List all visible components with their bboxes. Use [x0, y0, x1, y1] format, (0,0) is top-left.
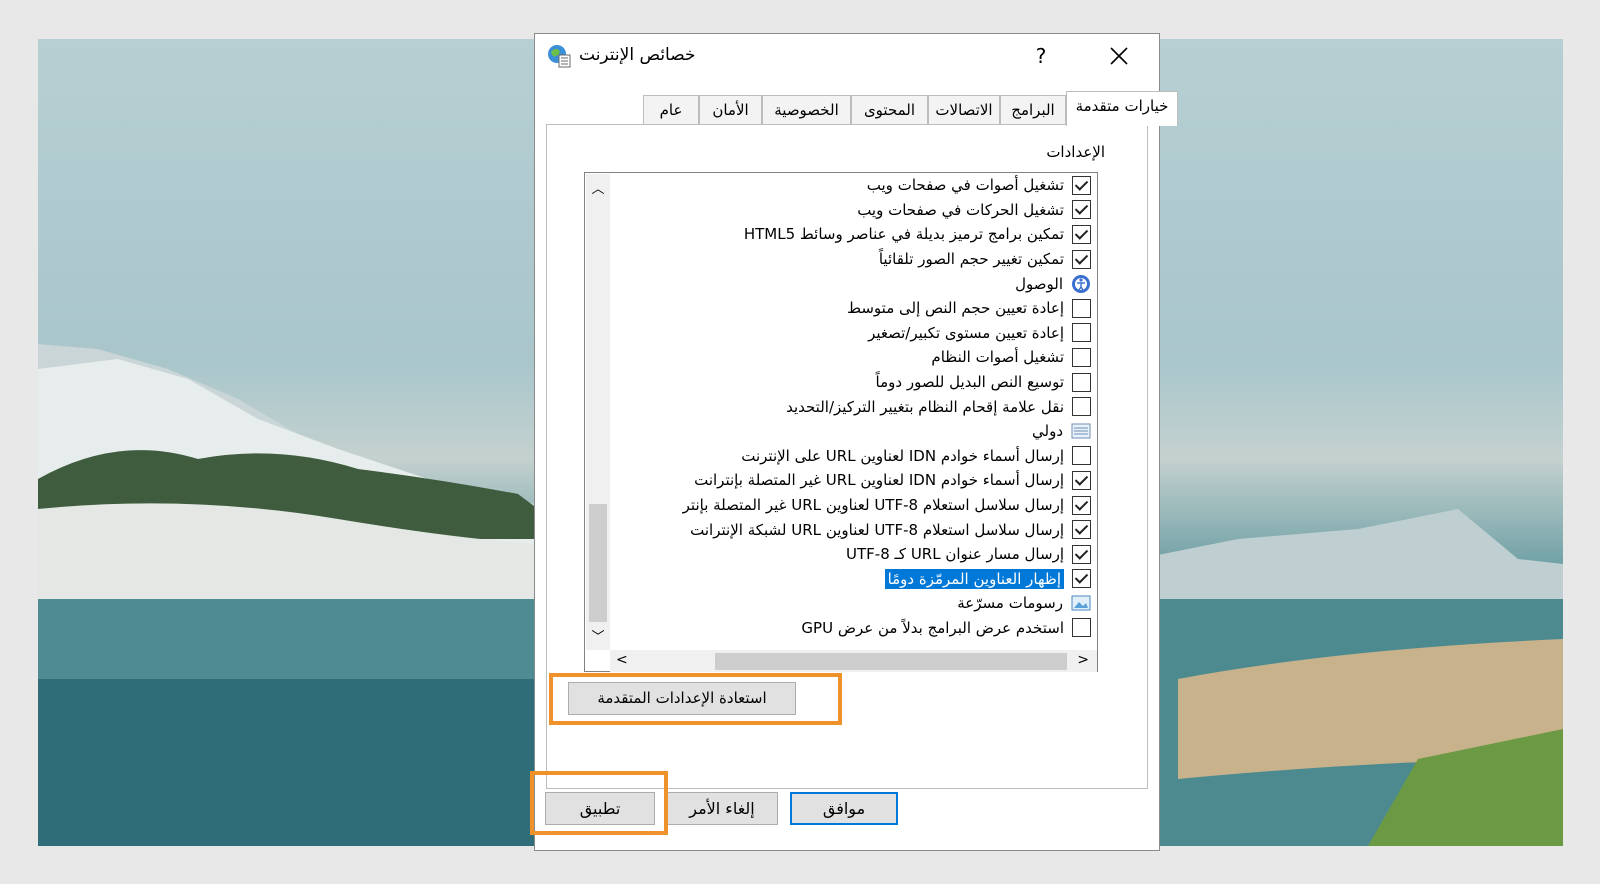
tab-strip: خيارات متقدمة البرامج الاتصالات المحتوى … [546, 91, 1178, 126]
setting-row[interactable]: إرسال مسار عنوان URL كـ UTF-8 [610, 542, 1099, 567]
checkbox-checked[interactable] [1072, 175, 1091, 195]
setting-label: إرسال أسماء خوادم IDN لعناوين URL على ال… [741, 446, 1064, 465]
setting-category: الوصول [610, 271, 1099, 296]
setting-row[interactable]: نقل علامة إقحام النظام بتغيير التركيز/ال… [610, 394, 1099, 419]
setting-row[interactable]: تشغيل أصوات النظام [610, 345, 1099, 370]
setting-row[interactable]: إرسال سلاسل استعلام UTF-8 لعناوين URL غي… [610, 493, 1099, 518]
settings-items: تشغيل أصوات في صفحات ويب تشغيل الحركات في… [610, 173, 1099, 650]
tab-programs[interactable]: البرامج [1000, 95, 1066, 126]
checkbox-unchecked[interactable] [1072, 298, 1091, 318]
scroll-down-icon[interactable]: ﹀ [586, 626, 610, 646]
checkbox-checked[interactable] [1072, 544, 1091, 564]
setting-label: إظهار العناوين المرمّزة دومًا [884, 568, 1064, 589]
vertical-scroll-thumb[interactable] [589, 504, 607, 622]
settings-group-label: الإعدادات [1046, 143, 1105, 161]
setting-label: إرسال مسار عنوان URL كـ UTF-8 [846, 545, 1064, 564]
horizontal-scrollbar[interactable]: < > [610, 650, 1097, 672]
internet-options-icon [548, 45, 571, 68]
setting-label: إرسال سلاسل استعلام UTF-8 لعناوين URL لش… [690, 520, 1064, 539]
setting-row[interactable]: تمكين تغيير حجم الصور تلقائياً [610, 247, 1099, 272]
checkbox-checked[interactable] [1072, 495, 1091, 515]
setting-label: تمكين برامج ترميز بديلة في عناصر وسائط H… [743, 225, 1064, 244]
checkbox-checked[interactable] [1072, 520, 1091, 540]
checkbox-checked[interactable] [1072, 470, 1091, 490]
setting-row[interactable]: إرسال سلاسل استعلام UTF-8 لعناوين URL لش… [610, 517, 1099, 542]
setting-row[interactable]: تشغيل أصوات في صفحات ويب [610, 173, 1099, 198]
checkbox-unchecked[interactable] [1072, 347, 1091, 367]
setting-row[interactable]: تمكين برامج ترميز بديلة في عناصر وسائط H… [610, 222, 1099, 247]
tab-content[interactable]: المحتوى [851, 95, 928, 126]
setting-label: تشغيل الحركات في صفحات ويب [857, 200, 1064, 219]
checkbox-unchecked[interactable] [1072, 397, 1091, 417]
graphics-icon [1071, 593, 1091, 613]
setting-label: إرسال أسماء خوادم IDN لعناوين URL غير ال… [694, 471, 1064, 490]
restore-advanced-settings-button[interactable]: استعادة الإعدادات المتقدمة [568, 682, 796, 715]
vertical-scrollbar[interactable]: ︿ ﹀ [586, 174, 610, 650]
checkbox-checked[interactable] [1072, 224, 1091, 244]
apply-highlight-box [530, 771, 668, 835]
accessibility-icon [1071, 274, 1091, 294]
setting-label: إعادة تعيين مستوى تكبير/تصغير [868, 323, 1064, 342]
internet-properties-dialog: خصائص الإنترنت ? خيارات متقدمة البرامج ا… [530, 33, 1178, 851]
settings-list[interactable]: ︿ ﹀ تشغيل أصوات في صفحات ويب تشغيل الحركا… [584, 172, 1098, 672]
setting-label: تشغيل أصوات النظام [931, 348, 1064, 367]
checkbox-checked[interactable] [1072, 200, 1091, 220]
setting-row[interactable]: إعادة تعيين مستوى تكبير/تصغير [610, 321, 1099, 346]
horizontal-scroll-thumb[interactable] [715, 653, 1067, 670]
setting-row[interactable]: إظهار العناوين المرمّزة دومًا [610, 567, 1099, 592]
setting-row[interactable]: إعادة تعيين حجم النص إلى متوسط [610, 296, 1099, 321]
close-icon [1110, 47, 1128, 65]
category-label: دولي [1032, 422, 1063, 441]
tab-security[interactable]: الأمان [699, 95, 762, 126]
cancel-button[interactable]: إلغاء الأمر [666, 792, 778, 825]
setting-label: استخدم عرض البرامج بدلاً من عرض GPU [801, 618, 1064, 637]
checkbox-checked[interactable] [1072, 569, 1091, 589]
setting-row[interactable]: تشغيل الحركات في صفحات ويب [610, 198, 1099, 223]
tab-connections[interactable]: الاتصالات [928, 95, 1000, 126]
setting-label: نقل علامة إقحام النظام بتغيير التركيز/ال… [786, 397, 1064, 416]
setting-label: تشغيل أصوات في صفحات ويب [866, 176, 1064, 195]
setting-row[interactable]: استخدم عرض البرامج بدلاً من عرض GPU [610, 616, 1099, 641]
checkbox-unchecked[interactable] [1072, 323, 1091, 343]
checkbox-unchecked[interactable] [1072, 372, 1091, 392]
checkbox-unchecked[interactable] [1072, 618, 1091, 638]
checkbox-unchecked[interactable] [1072, 446, 1091, 466]
setting-row[interactable]: توسيع النص البديل للصور دوماً [610, 370, 1099, 395]
help-button[interactable]: ? [1023, 41, 1059, 71]
setting-label: إعادة تعيين حجم النص إلى متوسط [847, 299, 1064, 318]
checkbox-checked[interactable] [1072, 249, 1091, 269]
scroll-left-icon[interactable]: < [616, 652, 628, 668]
category-label: رسومات مسرّعة [957, 594, 1063, 613]
international-icon [1071, 421, 1091, 441]
setting-category: دولي [610, 419, 1099, 444]
tab-general[interactable]: عام [643, 95, 699, 126]
category-label: الوصول [1015, 274, 1063, 293]
dialog-title: خصائص الإنترنت [579, 45, 696, 65]
setting-row[interactable]: إرسال أسماء خوادم IDN لعناوين URL غير ال… [610, 468, 1099, 493]
tab-privacy[interactable]: الخصوصية [762, 95, 851, 126]
setting-label: إرسال سلاسل استعلام UTF-8 لعناوين URL غي… [682, 496, 1064, 515]
close-button[interactable] [1097, 41, 1141, 71]
tab-advanced[interactable]: خيارات متقدمة [1066, 91, 1178, 126]
setting-category: رسومات مسرّعة [610, 591, 1099, 616]
ok-button[interactable]: موافق [790, 792, 898, 825]
setting-row[interactable]: إرسال أسماء خوادم IDN لعناوين URL على ال… [610, 444, 1099, 469]
setting-label: توسيع النص البديل للصور دوماً [875, 373, 1064, 392]
scroll-right-icon[interactable]: > [1077, 652, 1089, 668]
setting-label: تمكين تغيير حجم الصور تلقائياً [878, 250, 1064, 269]
scroll-up-icon[interactable]: ︿ [586, 178, 610, 198]
title-bar: خصائص الإنترنت ? [535, 34, 1159, 78]
